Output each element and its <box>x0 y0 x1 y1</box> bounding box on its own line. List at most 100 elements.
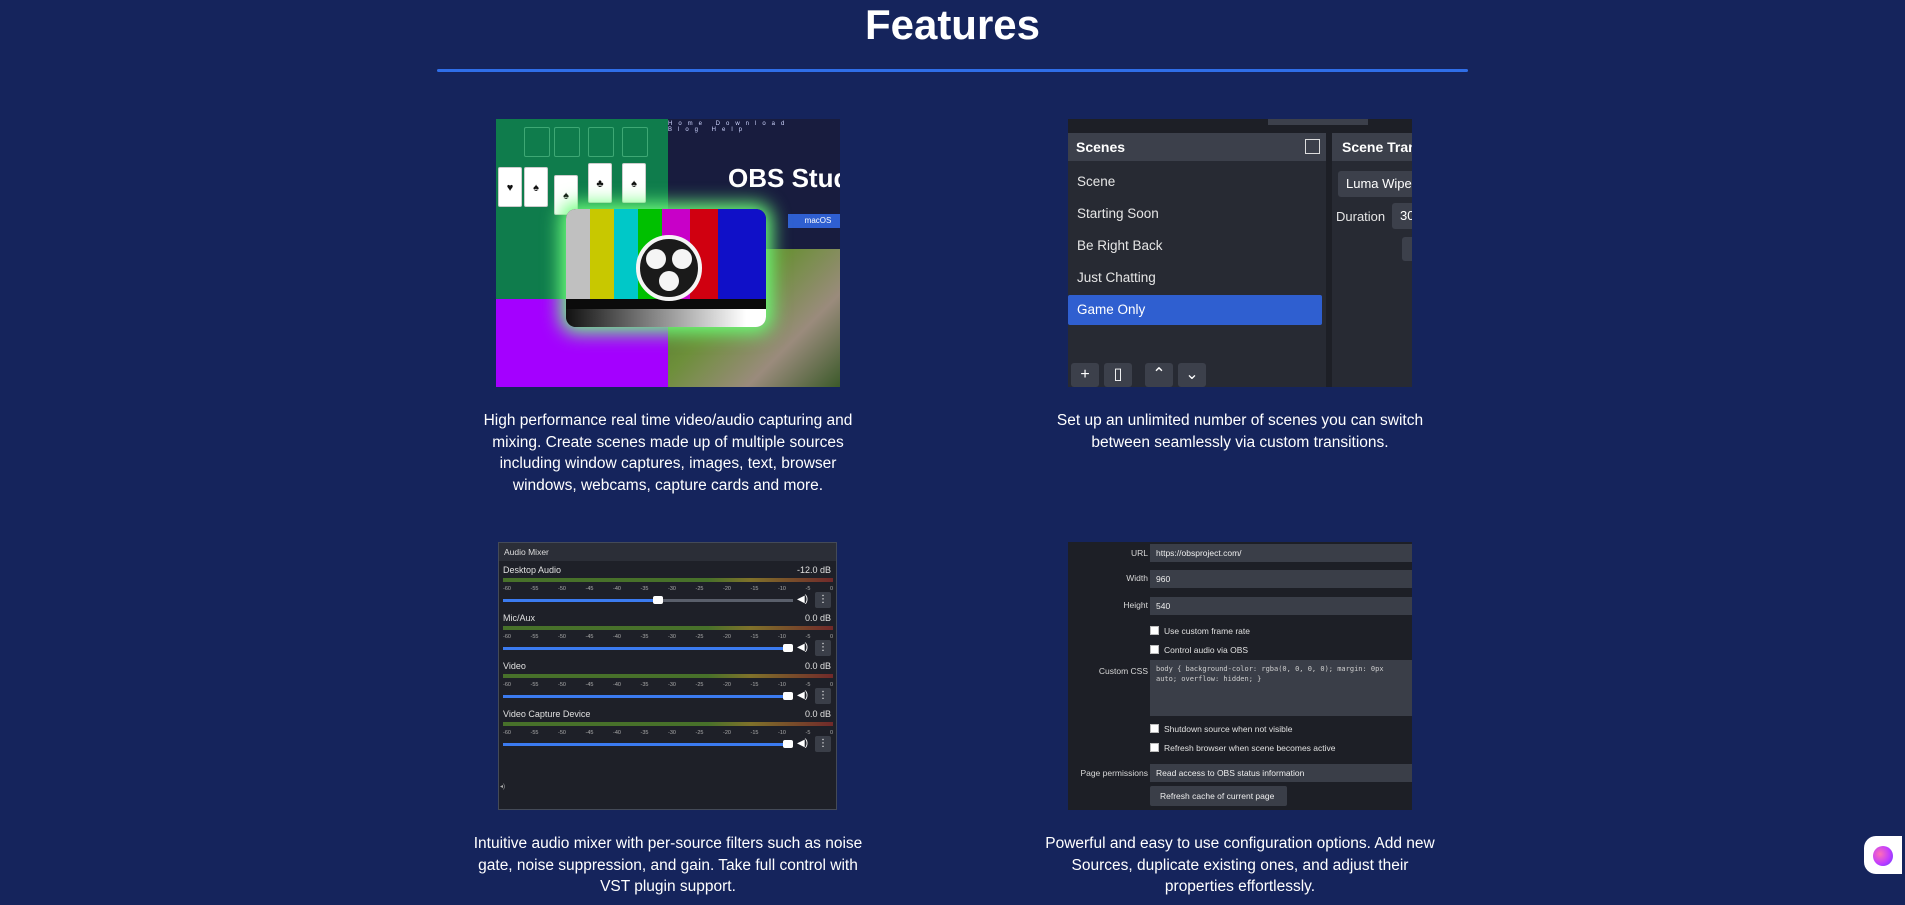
meter-tick-label: -20 <box>723 634 731 640</box>
speaker-icon[interactable]: ◀) <box>797 690 808 701</box>
kebab-menu-icon[interactable]: ⋮ <box>815 688 831 704</box>
toolbar-strip <box>1268 119 1368 125</box>
speaker-icon[interactable]: ◀) <box>797 738 808 749</box>
playing-card: ♥ <box>498 167 522 207</box>
custom-css-label: Custom CSS <box>1098 666 1148 676</box>
color-bar <box>614 209 638 299</box>
slider-fill <box>503 743 793 746</box>
meter-tick-label: -60 <box>503 586 511 592</box>
meter-tick-label: -30 <box>668 634 676 640</box>
custom-css-input[interactable]: body { background-color: rgba(0, 0, 0, 0… <box>1150 660 1412 716</box>
meter-tick-label: -10 <box>778 586 786 592</box>
transitions-panel: Scene Tran Luma Wipe Duration 30 <box>1332 133 1412 387</box>
meter-tick-label: -40 <box>613 682 621 688</box>
playing-card: ♣ <box>588 163 612 203</box>
feature-description-scenes: Set up an unlimited number of scenes you… <box>1056 412 1424 451</box>
duration-label: Duration <box>1336 209 1386 224</box>
meter-tick-label: -55 <box>530 682 539 688</box>
scene-item[interactable]: Be Right Back <box>1068 231 1322 261</box>
card-slot <box>554 127 580 157</box>
slider-knob[interactable] <box>652 596 663 604</box>
channel-name: Desktop Audio <box>503 565 562 575</box>
meter-tick-label: -15 <box>750 682 759 688</box>
slider-fill <box>503 599 663 602</box>
scene-item-selected[interactable]: Game Only <box>1068 295 1322 325</box>
meter-tick-label: -20 <box>723 730 731 736</box>
feature-description-capture: High performance real time video/audio c… <box>483 412 853 494</box>
slider-fill <box>503 647 793 650</box>
meter-tick-label: -35 <box>640 586 649 592</box>
slider-fill <box>503 695 793 698</box>
meter-ticks: -60 -55 -50 -45 -40 -35 -30 -25 -20 -15 -10 -5 0 <box>503 682 833 690</box>
meter-tick-label: -30 <box>668 586 676 592</box>
slider-knob[interactable] <box>783 692 793 700</box>
title-divider <box>437 69 1468 72</box>
volume-meter <box>503 626 833 630</box>
card-slot <box>588 127 614 157</box>
meter-tick-label: -15 <box>750 586 759 592</box>
meter-tick-label: -35 <box>640 682 649 688</box>
scene-item[interactable]: Scene <box>1068 167 1322 197</box>
card-slot <box>524 127 550 157</box>
kebab-menu-icon[interactable]: ⋮ <box>815 592 831 608</box>
volume-slider[interactable] <box>503 692 793 700</box>
checkbox-label: Refresh browser when scene becomes activ… <box>1164 743 1336 753</box>
volume-meter <box>503 578 833 582</box>
refresh-cache-button[interactable]: Refresh cache of current page <box>1150 786 1287 806</box>
url-input[interactable]: https://obsproject.com/ <box>1150 544 1412 562</box>
custom-frame-rate-checkbox[interactable]: Use custom frame rate <box>1150 626 1250 636</box>
volume-slider[interactable] <box>503 644 793 652</box>
undock-icon[interactable] <box>1305 139 1320 154</box>
volume-slider[interactable] <box>503 740 793 748</box>
scenes-header: Scenes <box>1068 133 1326 161</box>
add-icon[interactable]: + <box>1071 363 1099 387</box>
meter-tick-label: -40 <box>613 730 621 736</box>
meter-tick-label: -45 <box>585 730 594 736</box>
meter-tick-label: -60 <box>503 682 511 688</box>
checkbox-label: Use custom frame rate <box>1164 626 1250 636</box>
feature-image-audio-mixer: Audio Mixer Desktop Audio -12.0 dB -60 -55 -… <box>498 542 837 810</box>
refresh-active-checkbox[interactable]: Refresh browser when scene becomes activ… <box>1150 743 1336 753</box>
kebab-menu-icon[interactable]: ⋮ <box>815 640 831 656</box>
assistant-widget-button[interactable] <box>1864 836 1902 874</box>
speaker-icon[interactable]: ◀) <box>797 642 808 653</box>
color-bar <box>566 209 590 299</box>
shutdown-checkbox[interactable]: Shutdown source when not visible <box>1150 724 1293 734</box>
transition-remove-button[interactable] <box>1402 237 1412 261</box>
kebab-menu-icon[interactable]: ⋮ <box>815 736 831 752</box>
meter-ticks: -60 -55 -50 -45 -40 -35 -30 -25 -20 -15 -10 -5 0 <box>503 634 833 642</box>
width-input[interactable]: 960 <box>1150 570 1412 588</box>
resize-handle[interactable]: ◂) <box>500 783 505 790</box>
meter-tick-label: -20 <box>723 682 731 688</box>
trash-icon[interactable]: ▯ <box>1104 363 1132 387</box>
speaker-icon[interactable]: ◀) <box>797 594 808 605</box>
permissions-label: Page permissions <box>1080 768 1148 778</box>
chevron-down-icon[interactable]: ⌄ <box>1178 363 1206 387</box>
chevron-up-icon[interactable]: ⌃ <box>1145 363 1173 387</box>
volume-slider[interactable] <box>503 596 793 604</box>
transition-select[interactable]: Luma Wipe <box>1338 171 1412 197</box>
meter-tick-label: -30 <box>668 730 676 736</box>
meter-ticks: -60 -55 -50 -45 -40 -35 -30 -25 -20 -15 -10 -5 0 <box>503 730 833 738</box>
slider-knob[interactable] <box>783 740 793 748</box>
scene-item[interactable]: Just Chatting <box>1068 263 1322 293</box>
feature-description-audio: Intuitive audio mixer with per-source fi… <box>473 835 863 895</box>
mixer-channel: Mic/Aux 0.0 dB -60 -55 -50 -45 -40 -35 -30 -25 -20… <box>503 613 833 661</box>
meter-tick-label: -60 <box>503 730 511 736</box>
meter-tick-label: -45 <box>585 682 594 688</box>
height-input[interactable]: 540 <box>1150 597 1412 615</box>
feature-description-properties: Powerful and easy to use configuration o… <box>1045 835 1435 895</box>
meter-tick-label: -35 <box>640 730 649 736</box>
height-label: Height <box>1123 600 1148 610</box>
meter-tick-label: -20 <box>723 586 731 592</box>
slider-knob[interactable] <box>783 644 793 652</box>
site-nav: Home Download Blog Help <box>668 121 791 133</box>
control-audio-checkbox[interactable]: Control audio via OBS <box>1150 645 1248 655</box>
playing-card: ♠ <box>622 163 646 203</box>
checkbox-label: Control audio via OBS <box>1164 645 1249 655</box>
scene-item[interactable]: Starting Soon <box>1068 199 1322 229</box>
meter-tick-label: -25 <box>695 586 704 592</box>
meter-tick-label: -15 <box>750 634 759 640</box>
duration-input[interactable]: 30 <box>1392 203 1412 229</box>
permissions-select[interactable]: Read access to OBS status information <box>1150 764 1412 782</box>
